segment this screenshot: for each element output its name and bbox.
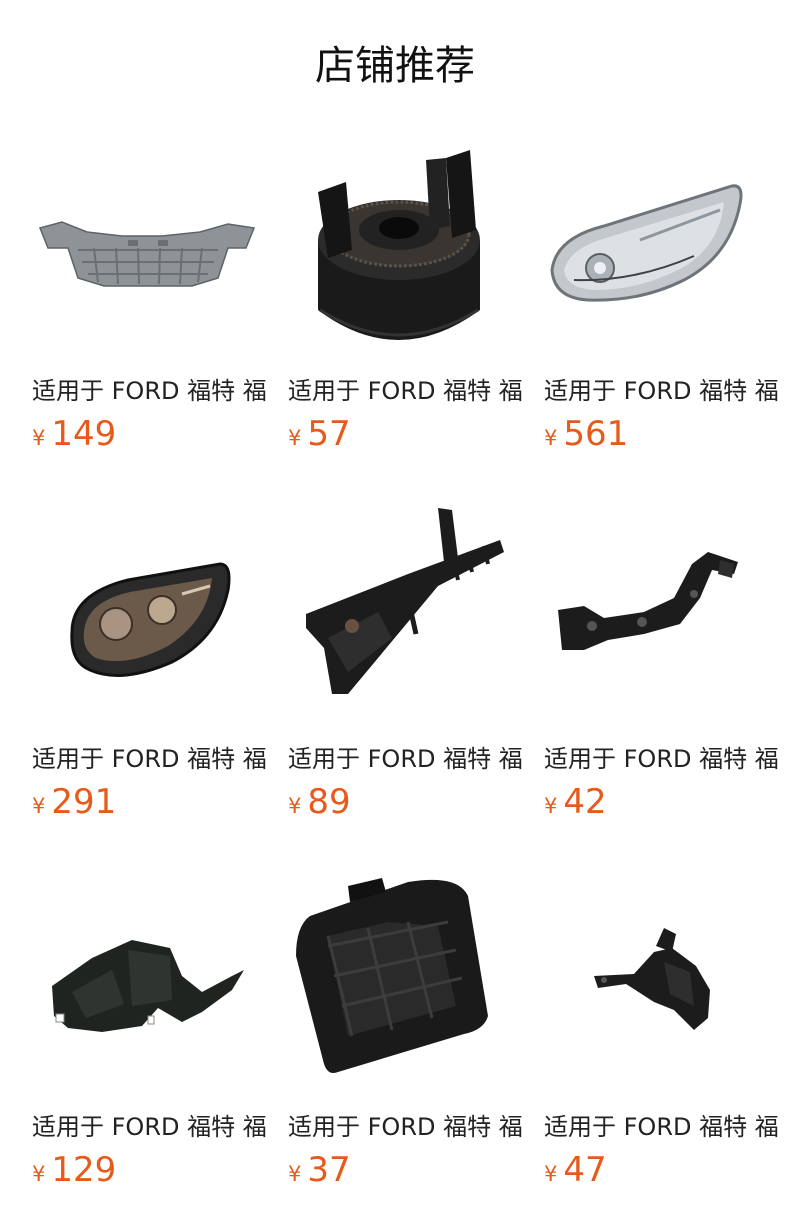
fender-liner-image[interactable] [32,866,262,1096]
product-price: ¥47 [544,1150,607,1190]
price-amount: 89 [307,782,351,822]
product-title[interactable]: 适用于 FORD 福特 福 [288,1112,534,1142]
currency-symbol: ¥ [32,794,46,818]
page-title: 店铺推荐 [315,43,475,89]
product-title[interactable]: 适用于 FORD 福特 福 [544,744,790,774]
product-price: ¥561 [544,414,628,454]
headlight-black-image[interactable] [32,498,262,728]
product-title[interactable]: 适用于 FORD 福特 福 [288,376,534,406]
product-card[interactable]: 适用于 FORD 福特 福 ¥129 [32,856,288,1224]
product-card[interactable]: 适用于 FORD 福特 福 ¥561 [544,120,790,488]
curved-bracket-image[interactable] [544,498,774,728]
headlight-chrome-image[interactable] [544,130,774,360]
product-card[interactable]: 适用于 FORD 福特 福 ¥89 [288,488,544,856]
price-amount: 37 [307,1150,351,1190]
product-title[interactable]: 适用于 FORD 福特 福 [544,1112,790,1142]
price-amount: 42 [563,782,607,822]
product-card[interactable]: 适用于 FORD 福特 福 ¥42 [544,488,790,856]
product-price: ¥42 [544,782,607,822]
product-card[interactable]: 适用于 FORD 福特 福 ¥291 [32,488,288,856]
currency-symbol: ¥ [544,426,558,450]
product-price: ¥89 [288,782,351,822]
price-amount: 47 [563,1150,607,1190]
currency-symbol: ¥ [32,426,46,450]
product-card[interactable]: 适用于 FORD 福特 福 ¥37 [288,856,544,1224]
product-price: ¥291 [32,782,116,822]
product-price: ¥37 [288,1150,351,1190]
currency-symbol: ¥ [32,1162,46,1186]
product-card[interactable]: 适用于 FORD 福特 福 ¥47 [544,856,790,1224]
product-title[interactable]: 适用于 FORD 福特 福 [32,744,278,774]
currency-symbol: ¥ [288,426,302,450]
product-grid: 适用于 FORD 福特 福 ¥149 适用于 FORD 福特 福 ¥57 适用于… [32,120,790,1224]
price-amount: 149 [51,414,117,454]
price-amount: 561 [563,414,629,454]
currency-symbol: ¥ [544,794,558,818]
product-price: ¥129 [32,1150,116,1190]
product-price: ¥149 [32,414,116,454]
product-card[interactable]: 适用于 FORD 福特 福 ¥57 [288,120,544,488]
currency-symbol: ¥ [288,1162,302,1186]
price-amount: 57 [307,414,351,454]
currency-symbol: ¥ [288,794,302,818]
product-card[interactable]: 适用于 FORD 福特 福 ¥149 [32,120,288,488]
currency-symbol: ¥ [544,1162,558,1186]
undertray-shield-image[interactable] [32,130,262,360]
price-amount: 129 [51,1150,117,1190]
small-bracket-image[interactable] [544,866,774,1096]
product-title[interactable]: 适用于 FORD 福特 福 [288,744,534,774]
grille-cover-image[interactable] [288,866,518,1096]
product-title[interactable]: 适用于 FORD 福特 福 [32,1112,278,1142]
product-title[interactable]: 适用于 FORD 福特 福 [544,376,790,406]
product-title[interactable]: 适用于 FORD 福特 福 [32,376,278,406]
gear-hub-part-image[interactable] [288,130,518,360]
product-price: ¥57 [288,414,351,454]
price-amount: 291 [51,782,117,822]
long-bracket-image[interactable] [288,498,518,728]
